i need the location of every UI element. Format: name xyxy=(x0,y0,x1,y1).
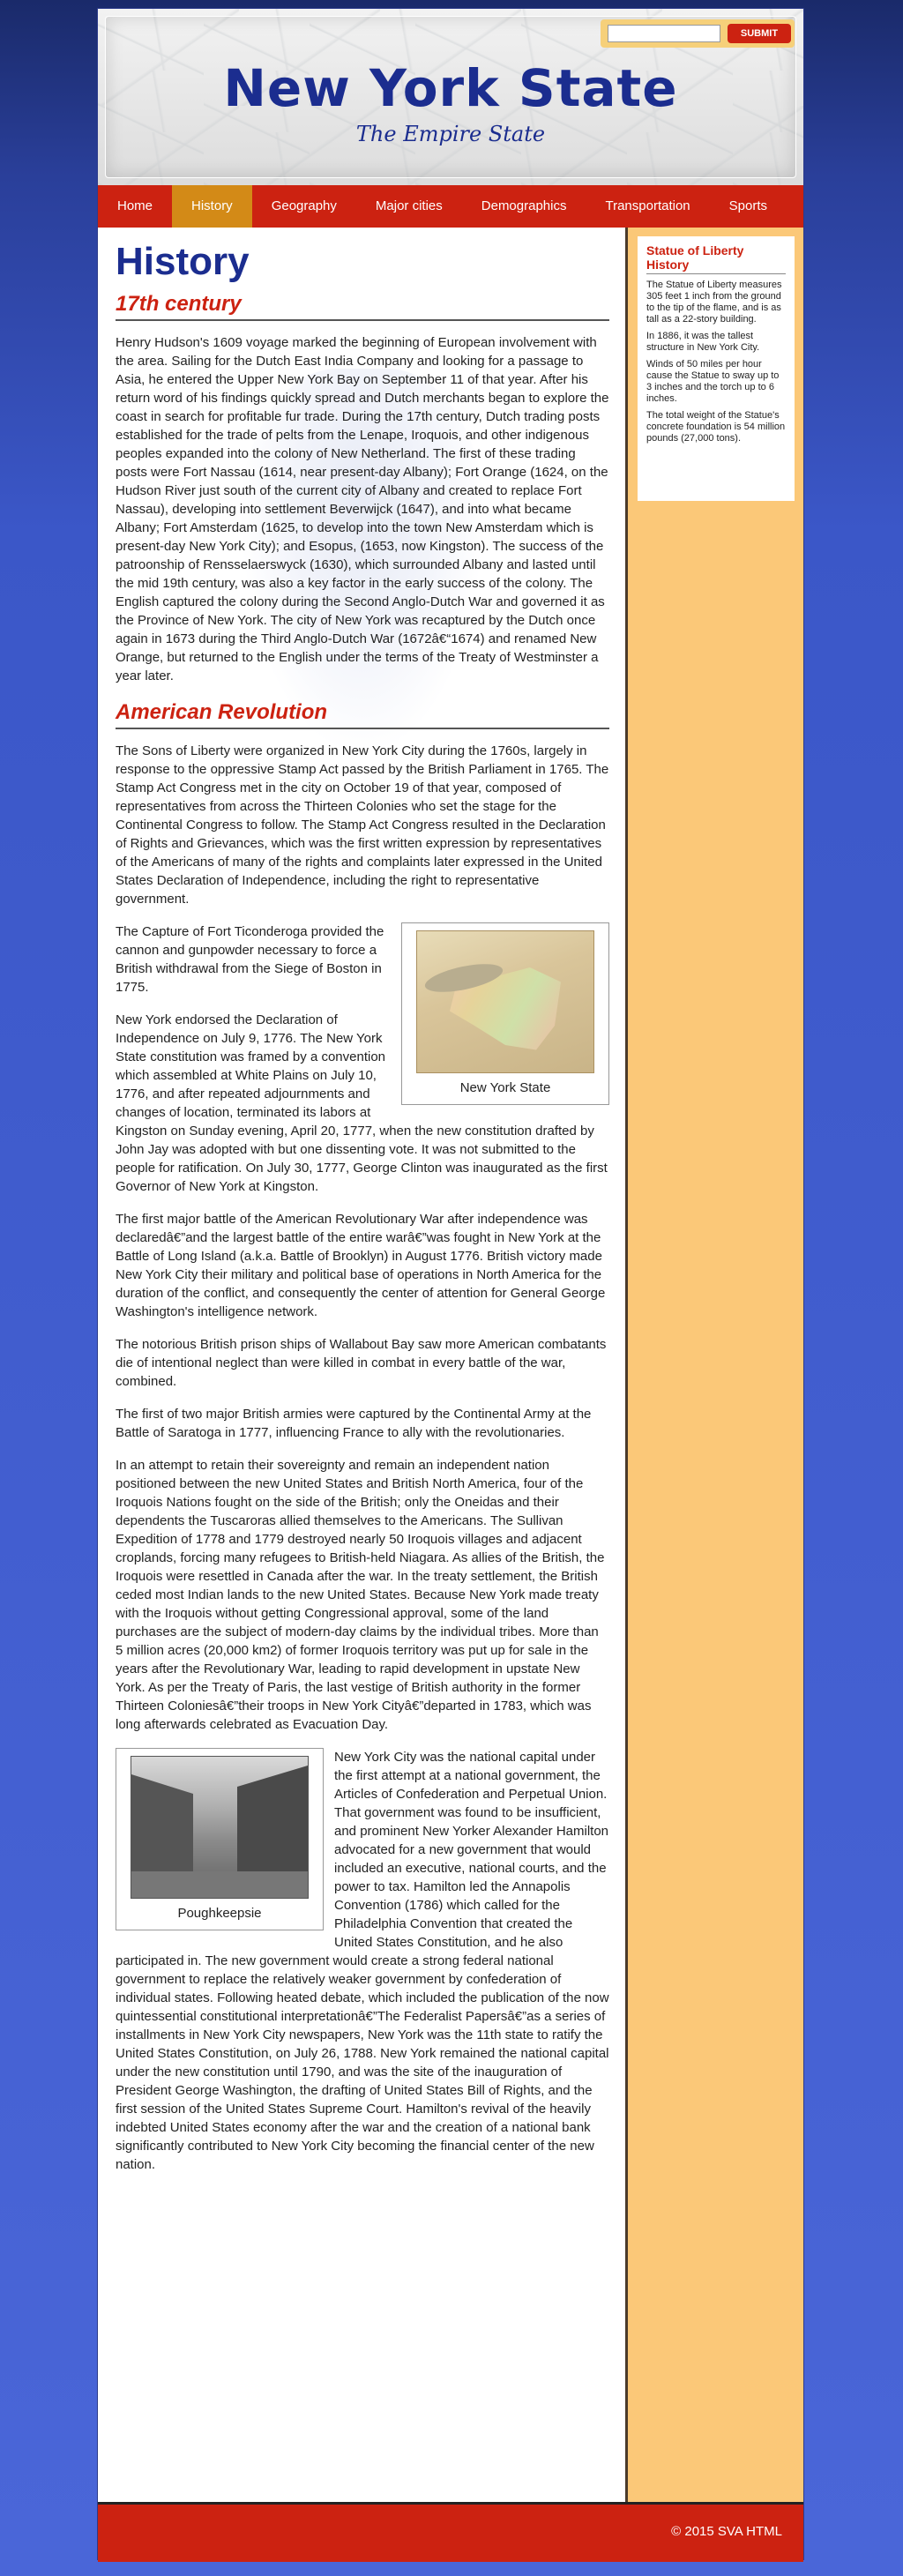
nav-item-home[interactable]: Home xyxy=(98,185,172,228)
paragraph: The first major battle of the American R… xyxy=(116,1212,606,1319)
search-form: SUBMIT xyxy=(601,19,795,48)
nav-item-history[interactable]: History xyxy=(172,185,252,228)
nav-item-major-cities[interactable]: Major cities xyxy=(356,185,462,228)
sidebar-fact: In 1886, it was the tallest structure in… xyxy=(646,331,760,353)
figure-caption: New York State xyxy=(459,1080,551,1095)
site-tagline: The Empire State xyxy=(355,122,546,146)
site-footer: © 2015 SVA HTML xyxy=(98,2502,803,2562)
figure-caption: Poughkeepsie xyxy=(177,1906,262,1921)
photo-building-left xyxy=(131,1774,193,1871)
submit-button[interactable]: SUBMIT xyxy=(728,24,791,43)
poughkeepsie-photo-image xyxy=(131,1756,309,1899)
paragraph: The first of two major British armies we… xyxy=(116,1407,592,1440)
paragraph: In an attempt to retain their sovereignt… xyxy=(116,1458,605,1732)
nav-item-demographics[interactable]: Demographics xyxy=(462,185,586,228)
figure-poughkeepsie-photo: Poughkeepsie xyxy=(116,1748,324,1930)
main-content: History 17th century Henry Hudson's 1609… xyxy=(98,228,628,2502)
search-input[interactable] xyxy=(608,25,720,42)
site-header: New York State The Empire State SUBMIT xyxy=(98,9,803,186)
new-york-map-image xyxy=(416,930,594,1073)
site-title: New York State xyxy=(223,58,678,118)
main-nav: Home History Geography Major cities Demo… xyxy=(98,185,803,228)
sidebar-fact: Winds of 50 miles per hour cause the Sta… xyxy=(646,359,780,404)
section-heading-american-revolution: American Revolution xyxy=(116,699,609,729)
sidebar-fact: The total weight of the Statue's concret… xyxy=(646,410,786,444)
paragraph: The Sons of Liberty were organized in Ne… xyxy=(116,743,609,907)
sidebar-fact: The Statue of Liberty measures 305 feet … xyxy=(646,280,782,325)
article: History 17th century Henry Hudson's 1609… xyxy=(116,238,609,2188)
page-title: History xyxy=(116,240,250,283)
sidebar-facts-box: Statue of Liberty History The Statue of … xyxy=(638,236,795,501)
figure-new-york-map: New York State xyxy=(401,922,609,1105)
paragraph: The notorious British prison ships of Wa… xyxy=(116,1337,607,1389)
copyright-text: © 2015 SVA HTML xyxy=(671,2524,782,2539)
nav-item-sports[interactable]: Sports xyxy=(710,185,787,228)
paragraph: Henry Hudson's 1609 voyage marked the be… xyxy=(116,335,609,683)
page-container: New York State The Empire State SUBMIT H… xyxy=(98,9,803,2562)
nav-item-transportation[interactable]: Transportation xyxy=(586,185,709,228)
section-heading-17th-century: 17th century xyxy=(116,291,609,321)
nav-item-geography[interactable]: Geography xyxy=(252,185,356,228)
photo-building-right xyxy=(237,1766,308,1871)
sidebar-title: Statue of Liberty History xyxy=(646,243,786,274)
sidebar xyxy=(628,228,803,2502)
photo-street xyxy=(131,1871,308,1898)
